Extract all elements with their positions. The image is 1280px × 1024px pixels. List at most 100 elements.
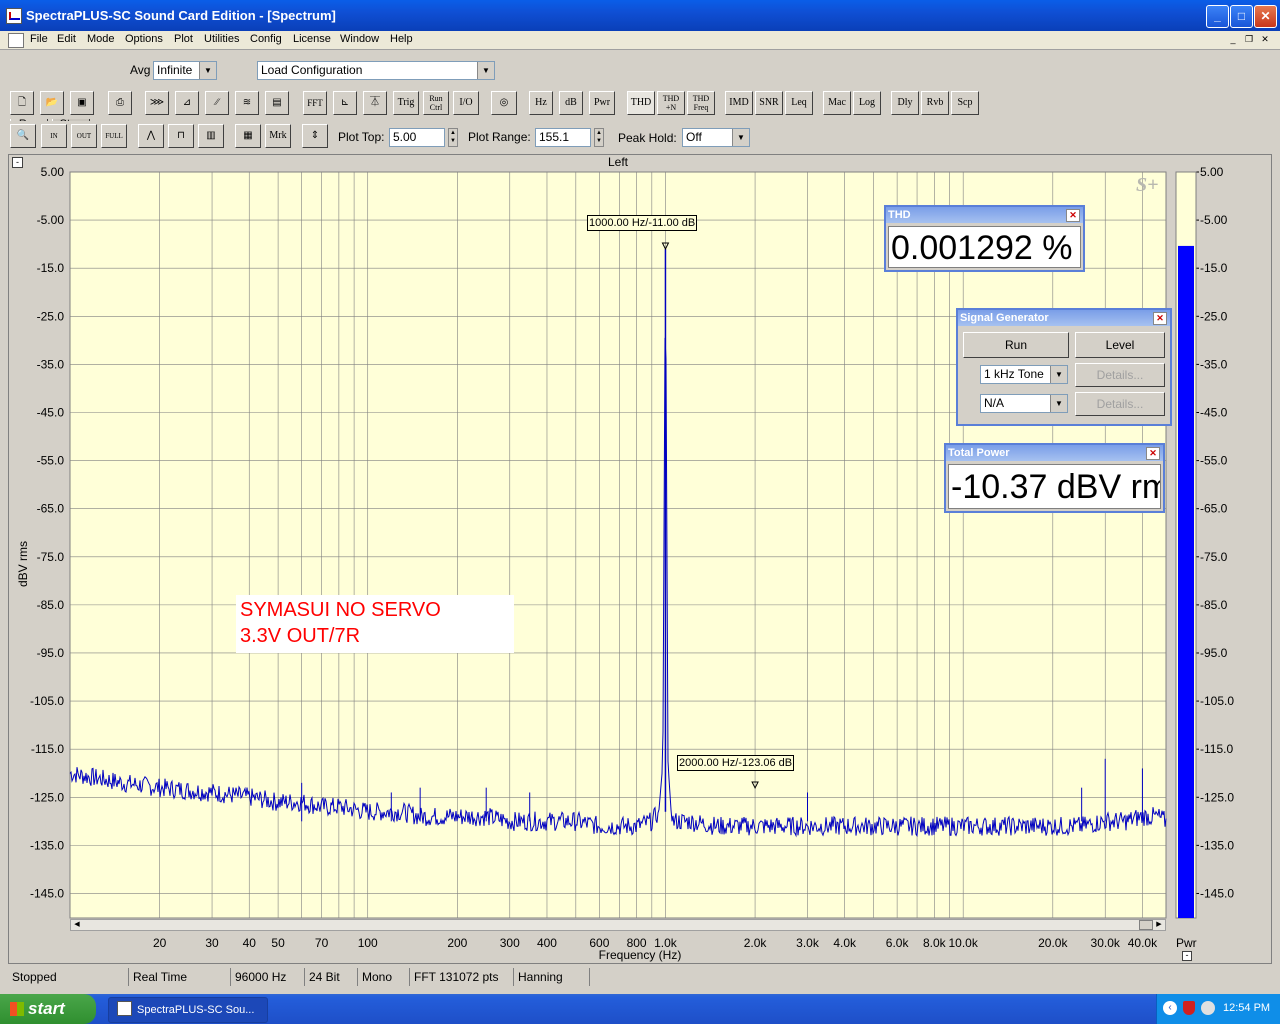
- menu-license[interactable]: License: [293, 33, 331, 45]
- thd-button[interactable]: THD: [627, 91, 655, 115]
- print-icon[interactable]: ⎙: [108, 91, 132, 115]
- na-dropdown[interactable]: N/A ▼: [980, 394, 1068, 413]
- log-button[interactable]: Log: [853, 91, 881, 115]
- mac-button[interactable]: Mac: [823, 91, 851, 115]
- scale-icon[interactable]: ⊾: [333, 91, 357, 115]
- close-icon[interactable]: ✕: [1146, 447, 1160, 460]
- total-power-panel[interactable]: Total Power ✕ -10.37 dBV rms: [944, 443, 1165, 513]
- horizontal-scrollbar[interactable]: ◀ ▶: [70, 919, 1166, 931]
- snr-button[interactable]: SNR: [755, 91, 783, 115]
- thd-n-button[interactable]: THD +N: [657, 91, 685, 115]
- hz-button[interactable]: Hz: [529, 91, 553, 115]
- chevron-down-icon: ▼: [199, 62, 216, 79]
- fft-button[interactable]: FFT: [303, 91, 327, 115]
- network-icon[interactable]: [1201, 1001, 1215, 1015]
- shield-icon[interactable]: [1183, 1001, 1195, 1015]
- step-plot-icon[interactable]: ⊓: [168, 124, 194, 148]
- signal-generator-icon[interactable]: ◎: [491, 91, 517, 115]
- plot-top-spinner[interactable]: ▲ ▼: [448, 128, 458, 147]
- na-value: N/A: [984, 396, 1005, 410]
- run-ctrl-button[interactable]: Run Ctrl: [423, 91, 449, 115]
- power-collapse-button[interactable]: -: [1182, 951, 1192, 961]
- grid-settings-icon[interactable]: ▦: [235, 124, 261, 148]
- scroll-right-arrow[interactable]: ▶: [1153, 920, 1165, 930]
- details-label: Details...: [1096, 368, 1144, 382]
- spectrogram-icon[interactable]: ≋: [235, 91, 259, 115]
- menu-config[interactable]: Config: [250, 33, 282, 45]
- windows-logo-icon: [10, 1002, 24, 1016]
- leq-button[interactable]: Leq: [785, 91, 813, 115]
- menu-options[interactable]: Options: [125, 33, 163, 45]
- mdi-minimize-button[interactable]: _: [1226, 33, 1240, 45]
- hz-label: Hz: [535, 97, 547, 108]
- time-series-icon[interactable]: ⋙: [145, 91, 169, 115]
- peak-hold-dropdown[interactable]: Off ▼: [682, 128, 750, 147]
- chevron-left-icon[interactable]: ‹: [1163, 1001, 1177, 1015]
- total-power-title: Total Power: [946, 445, 1163, 461]
- zoom-out-2x-icon[interactable]: OUT: [71, 124, 97, 148]
- close-icon[interactable]: ✕: [1066, 209, 1080, 222]
- system-tray: ‹ 12:54 PM: [1156, 994, 1280, 1024]
- maximize-button[interactable]: □: [1230, 5, 1253, 28]
- annotation-box: SYMASUI NO SERVO 3.3V OUT/7R: [236, 595, 514, 653]
- start-button[interactable]: start: [0, 994, 96, 1024]
- siggen-run-button[interactable]: Run: [963, 332, 1069, 358]
- config-dropdown[interactable]: Load Configuration ▼: [257, 61, 495, 80]
- zoom-in-2x-icon[interactable]: IN: [41, 124, 67, 148]
- thd-panel[interactable]: THD ✕ 0.001292 %: [884, 205, 1085, 272]
- save-disk-icon[interactable]: ▣: [70, 91, 94, 115]
- marker-button[interactable]: Mrk: [265, 124, 291, 148]
- app-icon[interactable]: [6, 8, 22, 24]
- 3d-surface-icon[interactable]: ▤: [265, 91, 289, 115]
- trigger-icon[interactable]: ⏄: [363, 91, 387, 115]
- menu-file[interactable]: File: [30, 33, 48, 45]
- close-button[interactable]: ✕: [1254, 5, 1277, 28]
- title-bar: SpectraPLUS-SC Sound Card Edition - [Spe…: [0, 0, 1280, 31]
- taskbar-item-spectraplus[interactable]: SpectraPLUS-SC Sou...: [108, 997, 268, 1023]
- menu-help[interactable]: Help: [390, 33, 413, 45]
- status-mode: Real Time: [128, 968, 231, 986]
- close-icon[interactable]: ✕: [1153, 312, 1167, 325]
- mdi-close-button[interactable]: ✕: [1258, 33, 1272, 45]
- io-button[interactable]: I/O: [453, 91, 479, 115]
- scp-button[interactable]: Scp: [951, 91, 979, 115]
- menu-edit[interactable]: Edit: [57, 33, 76, 45]
- zoom-out-full-icon[interactable]: FULL: [101, 124, 127, 148]
- scroll-thumb[interactable]: [1139, 920, 1153, 930]
- mdi-restore-button[interactable]: ❐: [1242, 33, 1256, 45]
- db-button[interactable]: dB: [559, 91, 583, 115]
- plot-range-spinner[interactable]: ▲ ▼: [594, 128, 604, 147]
- db-label: dB: [565, 97, 577, 108]
- thd-freq-button[interactable]: THD Freq: [687, 91, 715, 115]
- menu-plot[interactable]: Plot: [174, 33, 193, 45]
- vertical-range-icon[interactable]: ⇕: [302, 124, 328, 148]
- plot-range-input[interactable]: 155.1: [535, 128, 591, 147]
- tone-dropdown[interactable]: 1 kHz Tone ▼: [980, 365, 1068, 384]
- tone-details-button[interactable]: Details...: [1075, 363, 1165, 387]
- clock: 12:54 PM: [1223, 1002, 1271, 1014]
- collapse-plot-button[interactable]: -: [12, 157, 23, 168]
- rvb-button[interactable]: Rvb: [921, 91, 949, 115]
- plot-top-input[interactable]: 5.00: [389, 128, 445, 147]
- signal-generator-panel[interactable]: Signal Generator ✕ Run Level 1 kHz Tone ▼…: [956, 308, 1172, 426]
- minimize-button[interactable]: _: [1206, 5, 1229, 28]
- menu-utilities[interactable]: Utilities: [204, 33, 239, 45]
- bar-plot-icon[interactable]: ▥: [198, 124, 224, 148]
- ramp-icon[interactable]: ∕∕: [205, 91, 229, 115]
- na-details-button[interactable]: Details...: [1075, 392, 1165, 416]
- menu-mode[interactable]: Mode: [87, 33, 115, 45]
- dly-button[interactable]: Dly: [891, 91, 919, 115]
- line-plot-icon[interactable]: ⋀: [138, 124, 164, 148]
- zoom-magnifier-icon[interactable]: 🔍: [10, 124, 36, 148]
- scroll-left-arrow[interactable]: ◀: [71, 920, 83, 930]
- siggen-level-button[interactable]: Level: [1075, 332, 1165, 358]
- document-icon[interactable]: [8, 33, 24, 48]
- spectrum-icon[interactable]: ⊿: [175, 91, 199, 115]
- menu-window[interactable]: Window: [340, 33, 379, 45]
- open-folder-icon[interactable]: 📂: [40, 91, 64, 115]
- pwr-button[interactable]: Pwr: [589, 91, 615, 115]
- imd-button[interactable]: IMD: [725, 91, 753, 115]
- trig-button[interactable]: Trig: [393, 91, 419, 115]
- avg-dropdown[interactable]: Infinite ▼: [153, 61, 217, 80]
- new-file-icon[interactable]: 🗋: [10, 91, 34, 115]
